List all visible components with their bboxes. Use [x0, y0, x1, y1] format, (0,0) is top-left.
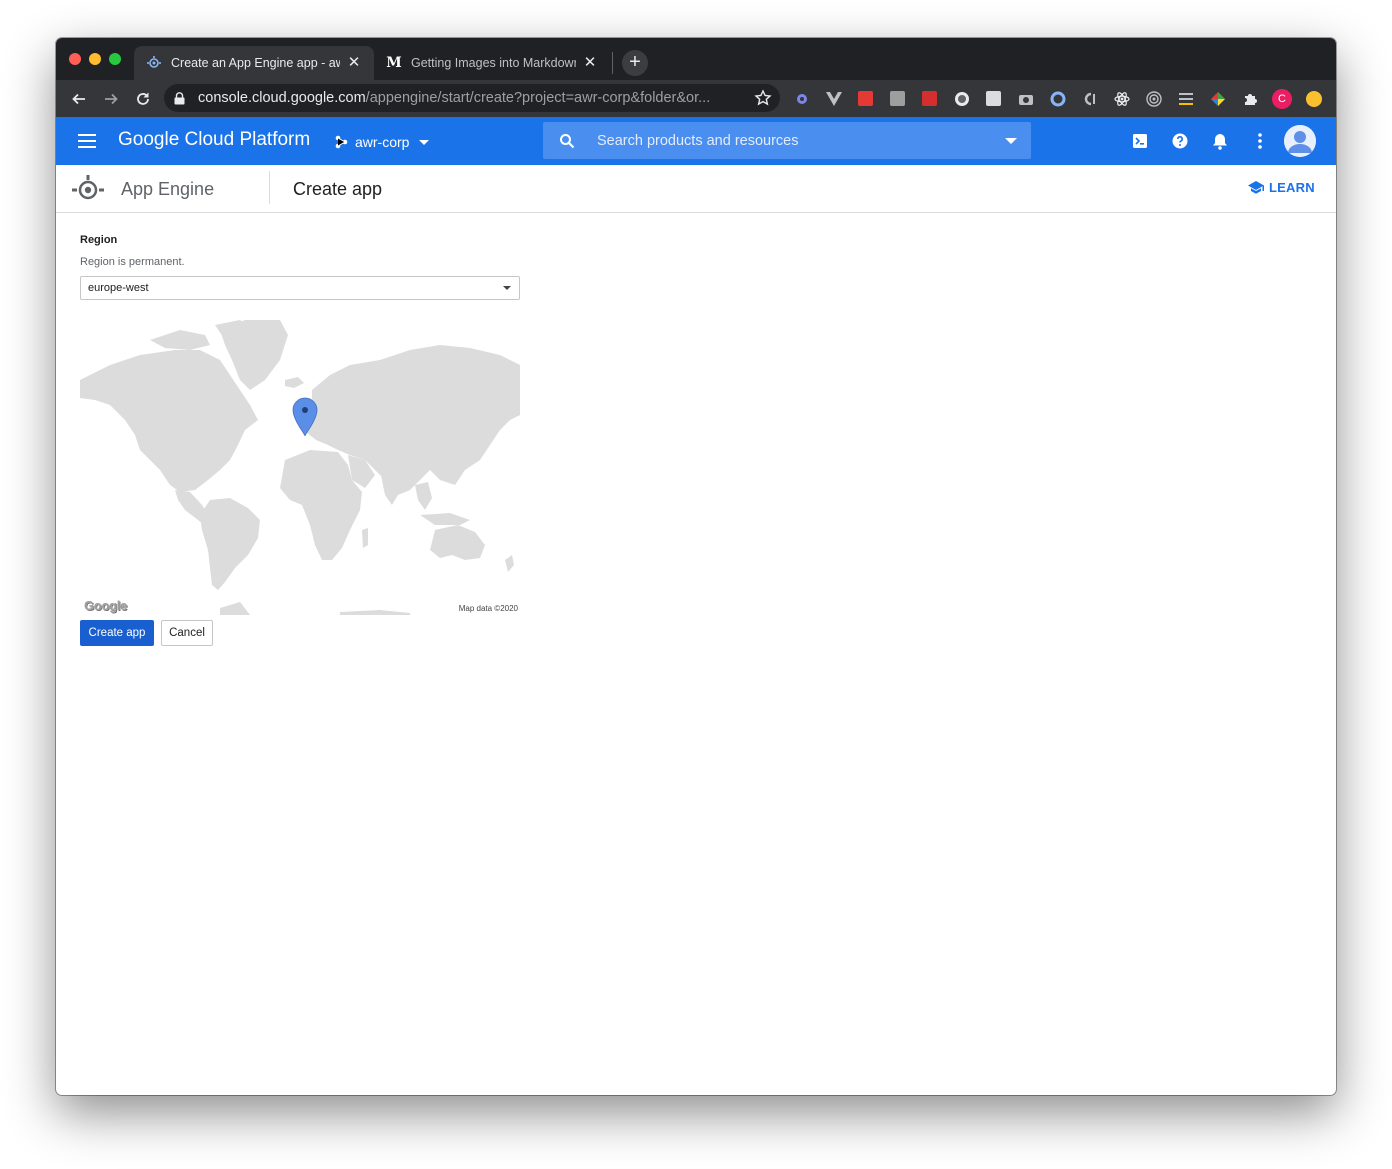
minimize-window-button[interactable]: [89, 53, 101, 65]
create-app-button[interactable]: Create app: [80, 620, 154, 646]
record-extension-icon[interactable]: [953, 90, 970, 107]
search-icon: [559, 133, 579, 149]
notifications-bell-icon[interactable]: [1210, 131, 1230, 151]
lock-icon: [174, 91, 190, 105]
arrow-right-icon: [105, 93, 118, 105]
school-icon: [1248, 181, 1264, 194]
user-avatar-icon: [1284, 125, 1316, 157]
bookmark-star-icon[interactable]: [754, 89, 772, 107]
gcp-logo[interactable]: Google Cloud Platform: [118, 129, 310, 151]
target-extension-icon[interactable]: [1145, 90, 1162, 107]
red-g-extension-icon[interactable]: [921, 90, 938, 107]
tab-separator: [612, 52, 613, 74]
hamburger-menu-icon[interactable]: [76, 131, 100, 151]
arrow-left-icon: [72, 93, 85, 105]
app-engine-icon: [146, 55, 162, 71]
profile-avatar-icon[interactable]: C: [1272, 89, 1292, 109]
map-land-new-zealand: [505, 555, 514, 572]
browser-toolbar: console.cloud.google.com/appengine/start…: [56, 80, 1336, 117]
url-text: console.cloud.google.com/appengine/start…: [198, 90, 711, 106]
map-land-southeast-asia: [415, 482, 432, 510]
tab-markdown-images[interactable]: M Getting Images into Markdown ✕: [374, 46, 610, 80]
reload-icon: [137, 92, 149, 105]
region-label: Region: [80, 234, 118, 246]
reload-button[interactable]: [130, 86, 156, 112]
settings-gear-extension-icon[interactable]: [793, 90, 810, 107]
address-bar[interactable]: console.cloud.google.com/appengine/start…: [164, 84, 780, 112]
map-land-south-america: [200, 498, 260, 590]
region-help-text: Region is permanent.: [80, 256, 185, 268]
google-map-logo[interactable]: Google: [84, 598, 127, 613]
ring-extension-icon[interactable]: [1049, 90, 1066, 107]
product-name[interactable]: App Engine: [121, 179, 214, 200]
list-extension-icon[interactable]: [1177, 90, 1194, 107]
code-extension-icon[interactable]: [1081, 90, 1098, 107]
region-map[interactable]: Google Map data ©2020: [80, 320, 520, 615]
react-devtools-icon[interactable]: [1113, 90, 1130, 107]
grey-extension-icon[interactable]: [889, 90, 906, 107]
account-avatar[interactable]: [1284, 125, 1316, 157]
medium-icon: M: [386, 55, 402, 71]
header-divider: [269, 171, 270, 204]
tab-create-app-engine[interactable]: Create an App Engine app - aw ✕: [134, 46, 374, 80]
search-input[interactable]: [597, 132, 977, 149]
map-attribution[interactable]: Map data ©2020: [459, 604, 518, 613]
region-selected-value: europe-west: [88, 282, 149, 294]
back-button[interactable]: [66, 86, 92, 112]
map-land-india: [380, 470, 402, 505]
map-land-indonesia: [420, 513, 470, 525]
forward-button[interactable]: [98, 86, 124, 112]
region-select[interactable]: europe-west: [80, 276, 520, 300]
project-picker[interactable]: awr-corp: [334, 131, 430, 153]
search-bar[interactable]: [543, 122, 1031, 159]
close-icon[interactable]: ✕: [346, 55, 362, 71]
map-land-iceland: [285, 377, 304, 388]
learn-button[interactable]: LEARN: [1248, 180, 1315, 195]
chevron-down-icon: [419, 139, 430, 145]
tab-strip: Create an App Engine app - aw ✕ M Gettin…: [56, 38, 1336, 80]
tab-title: Getting Images into Markdown: [411, 56, 576, 70]
page-title: Create app: [293, 179, 383, 199]
browser-window: Create an App Engine app - aw ✕ M Gettin…: [56, 38, 1336, 1095]
update-indicator-icon[interactable]: [1306, 91, 1322, 107]
help-icon[interactable]: [1170, 131, 1190, 151]
puzzle-extensions-icon[interactable]: [1241, 90, 1258, 107]
app-engine-icon: [72, 175, 104, 200]
product-header: App Engine Create app LEARN: [56, 165, 1336, 213]
camera-icon[interactable]: [1017, 90, 1034, 107]
red-extension-icon[interactable]: [857, 90, 874, 107]
cancel-button[interactable]: Cancel: [161, 620, 213, 646]
color-picker-extension-icon[interactable]: [1209, 90, 1226, 107]
chevron-down-icon: [503, 286, 511, 290]
light-extension-icon[interactable]: [985, 90, 1002, 107]
project-name: awr-corp: [355, 134, 410, 150]
map-land-antarctica-2: [340, 610, 410, 615]
more-vert-icon[interactable]: [1250, 131, 1270, 151]
map-land-australia: [430, 525, 485, 560]
search-dropdown-icon[interactable]: [1005, 138, 1017, 144]
gcp-top-bar: Google Cloud Platform awr-corp: [56, 117, 1336, 165]
new-tab-button[interactable]: +: [622, 50, 648, 76]
close-icon[interactable]: ✕: [582, 55, 598, 71]
project-nodes-icon: [335, 135, 348, 149]
world-map: [80, 320, 520, 615]
map-land-north-america: [80, 350, 258, 492]
vue-devtools-icon[interactable]: [825, 90, 842, 107]
tab-title: Create an App Engine app - aw: [171, 56, 340, 70]
map-land-antarctica: [220, 602, 250, 615]
map-land-madagascar: [362, 528, 368, 548]
map-land-africa: [280, 450, 362, 560]
close-window-button[interactable]: [69, 53, 81, 65]
cloud-shell-icon[interactable]: [1130, 131, 1150, 151]
maximize-window-button[interactable]: [109, 53, 121, 65]
map-land-arctic-islands: [150, 330, 210, 350]
